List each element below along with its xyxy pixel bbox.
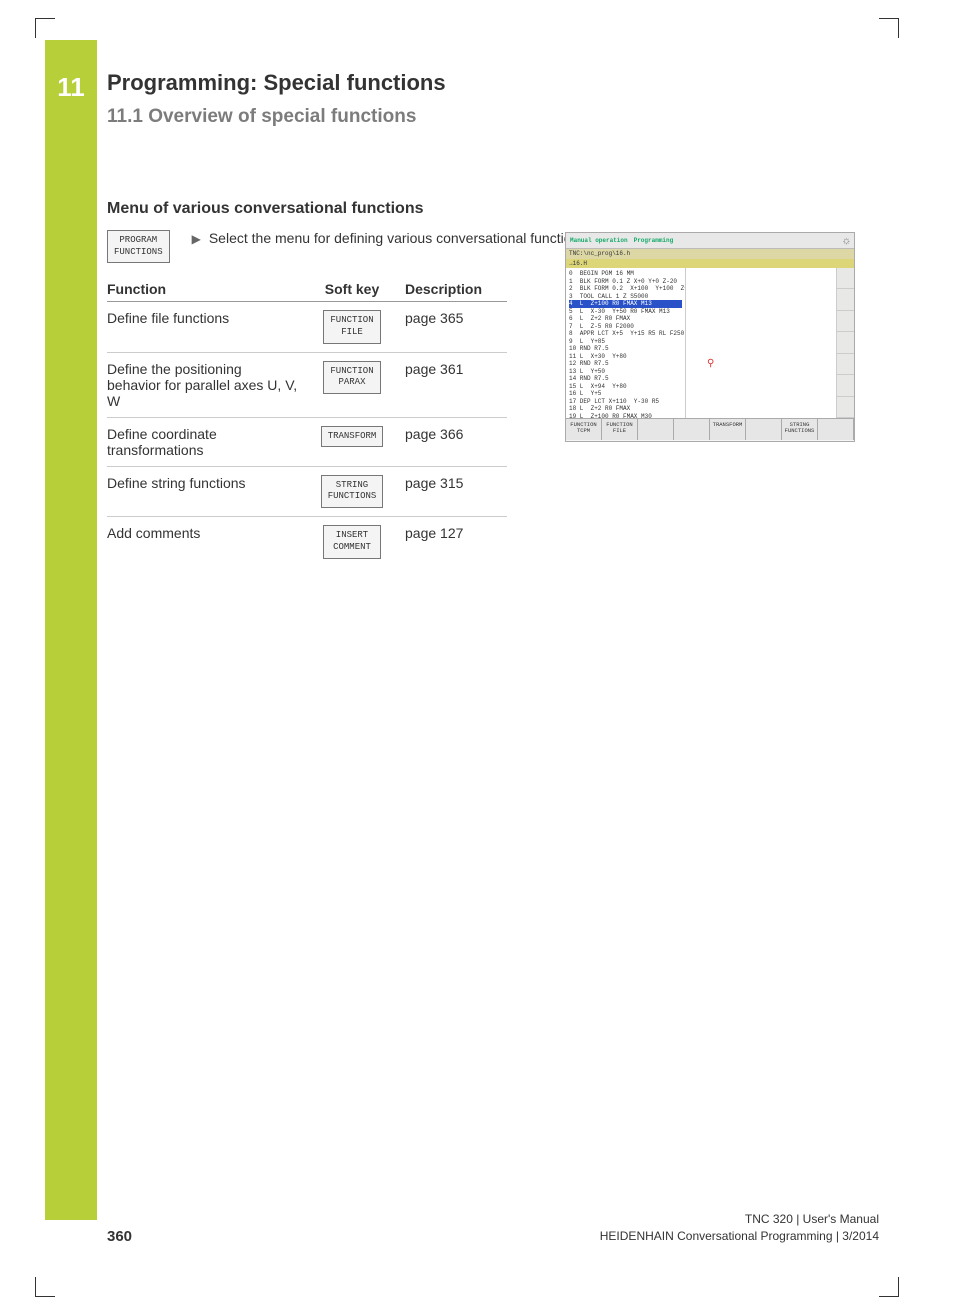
ss-sk-function-tcpm[interactable]: FUNCTION TCPM — [566, 419, 602, 440]
subsection-title: Menu of various conversational functions — [107, 200, 889, 218]
table-row: Define the positioning behavior for para… — [107, 353, 507, 418]
ss-path: TNC:\nc_prog\16.h — [566, 249, 854, 259]
intro-text: ▶ Select the menu for defining various c… — [192, 230, 587, 248]
chapter-number: 11 — [45, 72, 97, 103]
chapter-heading: Programming: Special functions — [107, 70, 889, 96]
th-description: Description — [397, 281, 507, 297]
softkey-insert-comment[interactable]: INSERT COMMENT — [323, 525, 381, 558]
cell-description: page 315 — [397, 475, 507, 491]
table-header: Function Soft key Description — [107, 281, 507, 302]
th-function: Function — [107, 281, 307, 297]
cell-function: Define coordinate transformations — [107, 426, 307, 458]
table-row: Define coordinate transformations TRANSF… — [107, 418, 507, 467]
ss-program-name: →16.H — [566, 259, 854, 268]
softkey-transform[interactable]: TRANSFORM — [321, 426, 384, 448]
ss-graphic-pane: ⚲ — [686, 268, 836, 418]
intro-text-content: Select the menu for defining various con… — [209, 230, 586, 248]
tnc-screenshot: Manual operation Programming ☼ TNC:\nc_p… — [565, 232, 855, 442]
softkey-function-parax[interactable]: FUNCTION PARAX — [323, 361, 381, 394]
ss-sk-transform[interactable]: TRANSFORM — [710, 419, 746, 440]
ss-code-listing: 0 BEGIN PGM 16 MM 1 BLK FORM 0.1 Z X+0 Y… — [566, 268, 686, 418]
ss-mode-manual: Manual operation — [570, 237, 628, 244]
table-row: Define file functions FUNCTION FILE page… — [107, 302, 507, 352]
ss-sk-function-file[interactable]: FUNCTION FILE — [602, 419, 638, 440]
ss-sk-empty — [638, 419, 674, 440]
ss-softkey-row: FUNCTION TCPM FUNCTION FILE TRANSFORM ST… — [566, 418, 854, 440]
page: 11 Programming: Special functions 11.1 O… — [45, 40, 889, 1275]
cell-function: Define file functions — [107, 310, 307, 326]
softkey-program-functions[interactable]: PROGRAM FUNCTIONS — [107, 230, 170, 263]
datum-icon: ⚲ — [707, 358, 714, 370]
softkey-string-functions[interactable]: STRING FUNCTIONS — [321, 475, 384, 508]
table-row: Define string functions STRING FUNCTIONS… — [107, 467, 507, 517]
triangle-icon: ▶ — [192, 230, 201, 248]
ss-sk-empty — [674, 419, 710, 440]
page-number: 360 — [107, 1228, 132, 1245]
ss-mode-programming: Programming — [634, 237, 674, 244]
cell-function: Define the positioning behavior for para… — [107, 361, 307, 409]
ss-body: 0 BEGIN PGM 16 MM 1 BLK FORM 0.1 Z X+0 Y… — [566, 268, 854, 418]
table-row: Add comments INSERT COMMENT page 127 — [107, 517, 507, 566]
footer-info: TNC 320 | User's Manual HEIDENHAIN Conve… — [600, 1211, 879, 1245]
ss-sk-string-functions[interactable]: STRING FUNCTIONS — [782, 419, 818, 440]
cell-description: page 127 — [397, 525, 507, 541]
cell-description: page 366 — [397, 426, 507, 442]
th-softkey: Soft key — [307, 281, 397, 297]
gear-icon: ☼ — [843, 234, 850, 248]
cell-function: Define string functions — [107, 475, 307, 491]
crop-mark — [879, 18, 899, 38]
heading-area: Programming: Special functions 11.1 Over… — [107, 70, 889, 128]
functions-table: Function Soft key Description Define fil… — [107, 281, 507, 566]
section-heading: 11.1 Overview of special functions — [107, 106, 889, 128]
crop-mark — [879, 1277, 899, 1297]
ss-sk-empty — [746, 419, 782, 440]
crop-mark — [35, 1277, 55, 1297]
chapter-tab — [45, 40, 97, 1220]
cell-description: page 365 — [397, 310, 507, 326]
ss-sidebar — [836, 268, 854, 418]
ss-sk-empty — [818, 419, 854, 440]
cell-description: page 361 — [397, 361, 507, 377]
page-footer: 360 TNC 320 | User's Manual HEIDENHAIN C… — [107, 1211, 879, 1245]
footer-line2: HEIDENHAIN Conversational Programming | … — [600, 1228, 879, 1245]
crop-mark — [35, 18, 55, 38]
softkey-function-file[interactable]: FUNCTION FILE — [323, 310, 381, 343]
cell-function: Add comments — [107, 525, 307, 541]
ss-header: Manual operation Programming ☼ — [566, 233, 854, 249]
footer-line1: TNC 320 | User's Manual — [600, 1211, 879, 1228]
